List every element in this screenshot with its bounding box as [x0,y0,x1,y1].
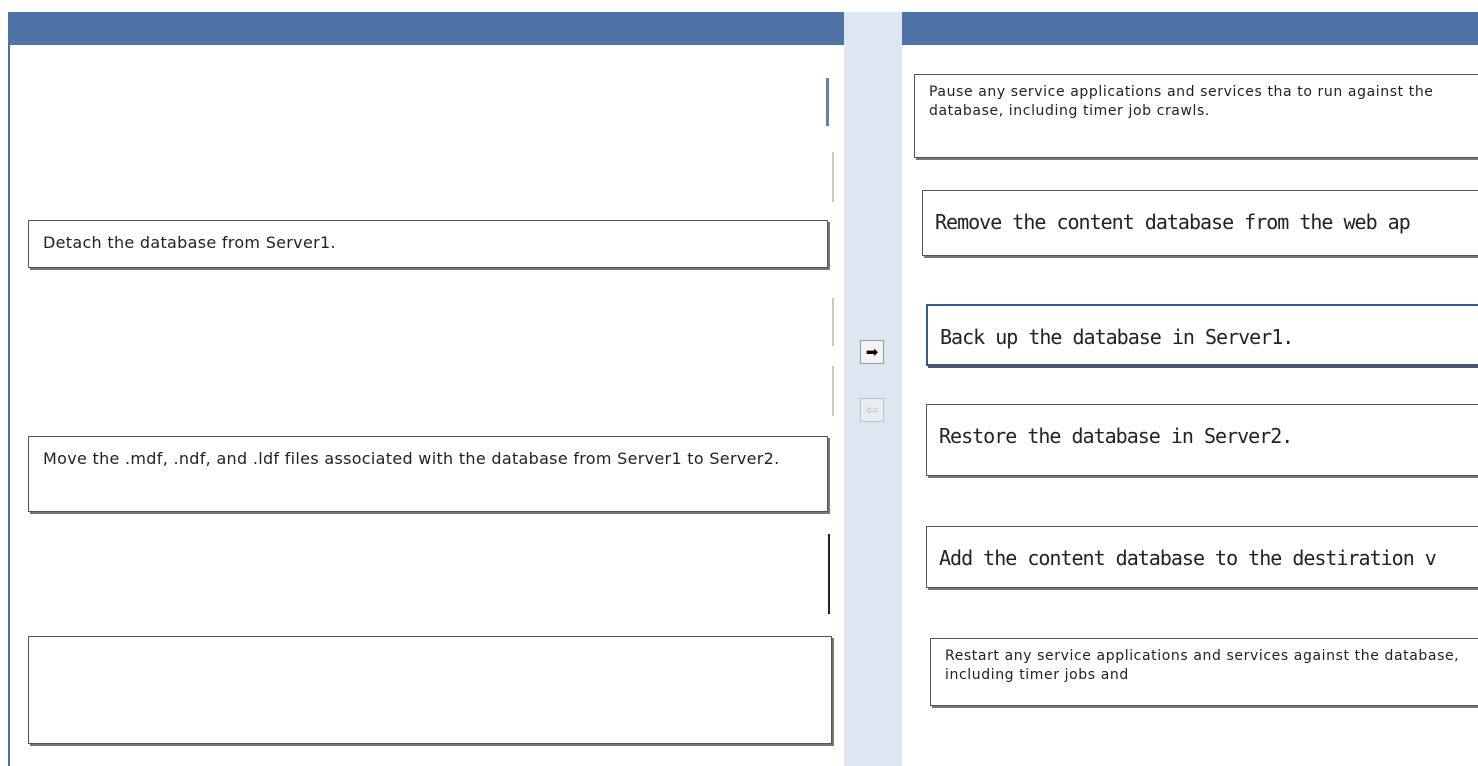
slot-divider [832,366,834,416]
action-label: Back up the database in Server1. [940,325,1294,349]
slot-divider [832,298,834,346]
slot-divider [832,152,834,202]
answer-slot-2[interactable]: Move the .mdf, .ndf, and .ldf files asso… [28,436,828,512]
answer-slot-3[interactable] [28,636,832,744]
action-label: Add the content database to the destirat… [939,546,1437,570]
answer-slot-label: Move the .mdf, .ndf, and .ldf files asso… [43,449,780,468]
action-item-6[interactable]: Restart any service applications and ser… [930,638,1478,706]
action-item-2[interactable]: Remove the content database from the web… [922,190,1478,256]
action-item-1[interactable]: Pause any service applications and servi… [914,74,1478,158]
action-label: Restart any service applications and ser… [945,648,1460,683]
slot-divider [828,534,830,614]
action-item-3[interactable]: Back up the database in Server1. [926,304,1478,366]
move-controls-strip: ➡ ⇦ [844,12,902,766]
left-pane-header [8,12,846,45]
action-label: Remove the content database from the web… [935,210,1411,234]
slot-divider [826,78,829,126]
arrow-left-icon: ⇦ [865,400,879,419]
answer-slot-1[interactable]: Detach the database from Server1. [28,220,828,268]
action-item-4[interactable]: Restore the database in Server2. [926,404,1478,476]
move-left-button[interactable]: ⇦ [860,398,884,422]
action-label: Pause any service applications and servi… [929,84,1434,119]
right-pane-header [902,12,1478,45]
left-answer-pane: Detach the database from Server1. Move t… [8,12,846,766]
right-actions-pane: Pause any service applications and servi… [902,12,1478,766]
answer-slot-label: Detach the database from Server1. [43,233,336,252]
arrow-right-icon: ➡ [865,342,879,361]
action-label: Restore the database in Server2. [939,424,1293,448]
move-right-button[interactable]: ➡ [860,340,884,364]
action-item-5[interactable]: Add the content database to the destirat… [926,526,1478,588]
